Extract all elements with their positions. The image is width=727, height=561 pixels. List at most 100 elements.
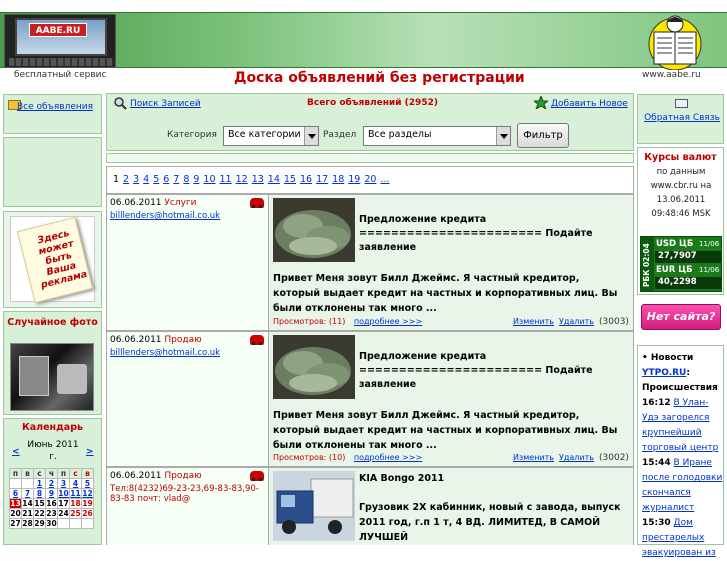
all-ads-panel: Все объявления [3,94,102,134]
search-link[interactable]: Поиск Записей [130,99,201,109]
advertise-text: Здесь может быть Ваша реклама [36,227,89,291]
page-link[interactable]: 19 [348,174,360,185]
calendar-weekday: в [81,468,94,479]
calendar-month: Июнь 2011 г. [27,440,79,462]
calendar-day[interactable]: 5 [81,478,94,489]
listing-title[interactable]: KIA Bongo 2011 [359,472,629,486]
calendar-day[interactable]: 28 [21,518,34,529]
calendar-day[interactable]: 16 [45,498,58,509]
usd-value: 27,7907 [655,251,721,263]
listing-type: Услуги [164,198,197,208]
calendar-next-button[interactable]: > [86,447,94,457]
page-link[interactable]: 11 [220,174,232,185]
calendar-day[interactable]: 25 [69,508,82,519]
feedback-link[interactable]: Обратная Связь [642,112,722,125]
calendar-day[interactable]: 24 [57,508,70,519]
calendar-weekday: ч [45,468,58,479]
calendar-day[interactable]: 8 [33,488,46,499]
calendar-day[interactable]: 9 [45,488,58,499]
usd-label: USD ЦБ [656,239,694,249]
calendar-day[interactable]: 2 [45,478,58,489]
listing-title[interactable]: Предложение кредита ====================… [359,350,629,392]
page-link[interactable]: 17 [316,174,328,185]
sticky-note: Здесь может быть Ваша реклама [16,216,94,304]
calendar-day[interactable]: 1 [33,478,46,489]
calendar-day[interactable]: 20 [9,508,22,519]
page-link[interactable]: 3 [133,174,139,185]
rbk-label: РБК 02:04 [642,243,651,287]
calendar-day[interactable]: 19 [81,498,94,509]
page-link[interactable]: 4 [143,174,149,185]
page-link[interactable]: ... [380,174,389,185]
calendar-day [21,478,34,489]
listing-edit-link[interactable]: Изменить [513,317,554,326]
news-site-link[interactable]: YTPO.RU [642,368,686,378]
page-link[interactable]: 6 [163,174,169,185]
listing-type: Продаю [164,471,202,481]
calendar-day[interactable]: 27 [9,518,22,529]
all-ads-link[interactable]: Все объявления [10,101,100,114]
calendar-weekday: с [69,468,82,479]
no-site-banner[interactable]: Нет сайта? [637,298,724,336]
calendar-day[interactable]: 29 [33,518,46,529]
calendar-day[interactable]: 12 [81,488,94,499]
page-link[interactable]: 9 [193,174,199,185]
calendar-day[interactable]: 7 [21,488,34,499]
calendar-day[interactable]: 30 [45,518,58,529]
calendar-day[interactable]: 11 [69,488,82,499]
page-link[interactable]: 10 [203,174,215,185]
calendar-day[interactable]: 18 [69,498,82,509]
page-link[interactable]: 13 [252,174,264,185]
calendar-day[interactable]: 10 [57,488,70,499]
listing-more-link[interactable]: подробнее >>> [354,453,422,462]
page-link[interactable]: 16 [300,174,312,185]
chevron-down-icon [496,127,510,145]
calendar-day[interactable]: 15 [33,498,46,509]
listing-contact[interactable]: billlenders@hotmail.co.uk [110,211,265,221]
calendar-day[interactable]: 23 [45,508,58,519]
add-new-link[interactable]: Добавить Новое [551,99,628,109]
rbk-widget[interactable]: РБК 02:04 USD ЦБ 11/06 27,7907 EUR ЦБ 11… [640,236,722,292]
page-link[interactable]: 12 [236,174,248,185]
page-link[interactable]: 8 [183,174,189,185]
calendar-prev-button[interactable]: < [12,447,20,457]
calendar-day[interactable]: 13 [9,498,22,509]
calendar-day[interactable]: 17 [57,498,70,509]
truck-image[interactable] [273,471,355,541]
listing-delete-link[interactable]: Удалить [559,317,594,326]
currency-panel: Курсы валют по данным www.cbr.ru на 13.0… [637,147,724,295]
page-link[interactable]: 7 [173,174,179,185]
page-link[interactable]: 5 [153,174,159,185]
calendar-day[interactable]: 3 [57,478,70,489]
news-panel: • Новости YTPO.RU: Происшествия 16:12 В … [637,345,724,558]
listing-meta: 06.06.2011 Услуги billlenders@hotmail.co… [107,195,269,330]
calendar-day[interactable]: 6 [9,488,22,499]
filter-button[interactable]: Фильтр [517,123,569,148]
section-label: Раздел [323,130,357,140]
pagination: 1 2 3 4 5 6 7 8 9 10 11 12 13 14 15 16 17 18 19 20... [113,174,394,185]
advertise-banner[interactable]: Здесь может быть Ваша реклама [10,216,95,304]
calendar-day[interactable]: 4 [69,478,82,489]
page-link[interactable]: 14 [268,174,280,185]
listing-contact[interactable]: billlenders@hotmail.co.uk [110,348,265,358]
site-logo[interactable]: AABE.RU [4,14,116,68]
calendar-day[interactable]: 26 [81,508,94,519]
random-photo-image[interactable] [10,343,94,411]
money-image[interactable] [273,198,355,262]
listing-more-link[interactable]: подробнее >>> [354,317,422,326]
page-link[interactable]: 2 [123,174,129,185]
calendar-day[interactable]: 21 [21,508,34,519]
page-link[interactable]: 15 [284,174,296,185]
section-select[interactable]: Все разделы [363,126,511,146]
magnifier-icon [114,97,127,110]
listing-delete-link[interactable]: Удалить [559,453,594,462]
calendar-weekday: в [21,468,34,479]
page-link[interactable]: 20 [364,174,376,185]
calendar-day[interactable]: 14 [21,498,34,509]
money-image[interactable] [273,335,355,399]
listing-edit-link[interactable]: Изменить [513,453,554,462]
calendar-day[interactable]: 22 [33,508,46,519]
category-select[interactable]: Все категории [223,126,319,146]
listing-title[interactable]: Предложение кредита ====================… [359,213,629,255]
page-link[interactable]: 18 [332,174,344,185]
